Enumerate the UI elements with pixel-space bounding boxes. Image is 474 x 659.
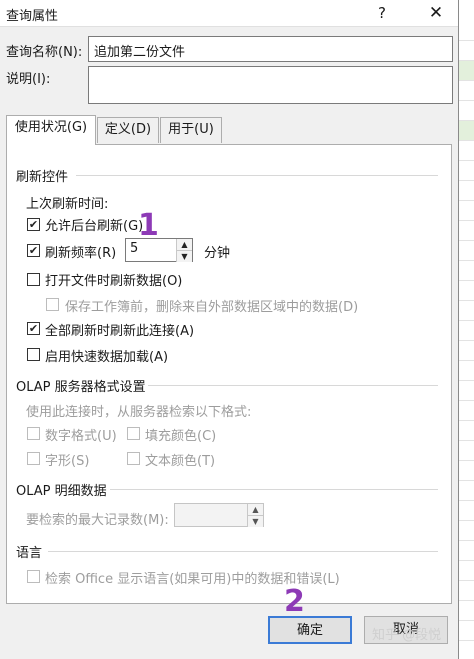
refresh-all-checkbox[interactable]: ✔	[27, 322, 40, 335]
spin-up-icon[interactable]: ▲	[176, 239, 192, 250]
sheet-highlight	[459, 60, 474, 80]
annotation-number-2: 2	[284, 584, 305, 619]
remove-data-label: 保存工作簿前，删除来自外部数据区域中的数据(D)	[65, 300, 359, 315]
section-divider	[76, 175, 438, 176]
tab-used-for[interactable]: 用于(U)	[160, 117, 222, 143]
tab-definition[interactable]: 定义(D)	[97, 117, 159, 143]
query-name-input[interactable]: 追加第二份文件	[88, 36, 453, 62]
fast-load-checkbox[interactable]	[27, 348, 40, 361]
refresh-minutes-value: 5	[130, 241, 139, 256]
spin-up-icon[interactable]: ▲	[247, 504, 263, 515]
remove-data-checkbox[interactable]	[46, 298, 59, 311]
text-color-label: 文本颜色(T)	[145, 454, 216, 469]
refresh-every-checkbox[interactable]: ✔	[27, 244, 40, 257]
spin-down-icon[interactable]: ▼	[176, 250, 192, 262]
text-color-checkbox[interactable]	[127, 452, 140, 465]
watermark: 知乎 @段悦	[372, 628, 442, 643]
number-format-checkbox[interactable]	[27, 427, 40, 440]
fast-load-label[interactable]: 启用快速数据加载(A)	[45, 346, 168, 365]
query-name-label: 查询名称(N):	[6, 45, 83, 60]
refresh-every-label[interactable]: 刷新频率(R)	[45, 242, 116, 261]
max-records-input[interactable]: ▲ ▼	[174, 503, 264, 527]
olap-drill-title: OLAP 明细数据	[16, 484, 107, 499]
refresh-all-label[interactable]: 全部刷新时刷新此连接(A)	[45, 320, 194, 339]
refresh-on-open-label[interactable]: 打开文件时刷新数据(O)	[45, 270, 182, 289]
title-bar: 查询属性 ? ✕	[0, 0, 458, 27]
last-refresh-label: 上次刷新时间:	[26, 197, 109, 212]
font-style-checkbox[interactable]	[27, 452, 40, 465]
spin-down-icon[interactable]: ▼	[247, 515, 263, 527]
refresh-minutes-input[interactable]: 5 ▲ ▼	[125, 238, 193, 262]
minutes-unit-label: 分钟	[204, 246, 231, 261]
query-properties-dialog: 查询属性 ? ✕ 查询名称(N): 追加第二份文件 说明(I): 使用状况(G)…	[0, 0, 459, 659]
refresh-control-title: 刷新控件	[16, 170, 69, 185]
spreadsheet-background	[458, 0, 474, 659]
background-refresh-checkbox[interactable]: ✔	[27, 218, 40, 231]
fill-color-label: 填充颜色(C)	[145, 429, 217, 444]
annotation-number-1: 1	[138, 208, 159, 243]
background-refresh-label[interactable]: 允许后台刷新(G)	[45, 215, 143, 234]
section-divider	[148, 385, 438, 386]
max-records-label: 要检索的最大记录数(M):	[26, 513, 169, 528]
office-language-checkbox[interactable]	[27, 570, 40, 583]
olap-format-title: OLAP 服务器格式设置	[16, 380, 146, 395]
dialog-title: 查询属性	[6, 9, 59, 24]
language-title: 语言	[16, 546, 43, 561]
usage-tab-panel	[6, 144, 452, 604]
close-button[interactable]: ✕	[420, 1, 452, 25]
number-format-label: 数字格式(U)	[45, 429, 117, 444]
section-divider	[48, 551, 438, 552]
ok-button[interactable]: 确定	[268, 616, 352, 644]
refresh-on-open-checkbox[interactable]	[27, 273, 40, 286]
description-label: 说明(I):	[6, 72, 51, 87]
fill-color-checkbox[interactable]	[127, 427, 140, 440]
font-style-label: 字形(S)	[45, 454, 90, 469]
tab-usage[interactable]: 使用状况(G)	[6, 115, 96, 145]
section-divider	[110, 489, 438, 490]
help-button[interactable]: ?	[368, 1, 396, 25]
description-input[interactable]	[88, 66, 453, 104]
olap-format-hint: 使用此连接时，从服务器检索以下格式:	[26, 405, 252, 420]
sheet-highlight	[459, 120, 474, 140]
